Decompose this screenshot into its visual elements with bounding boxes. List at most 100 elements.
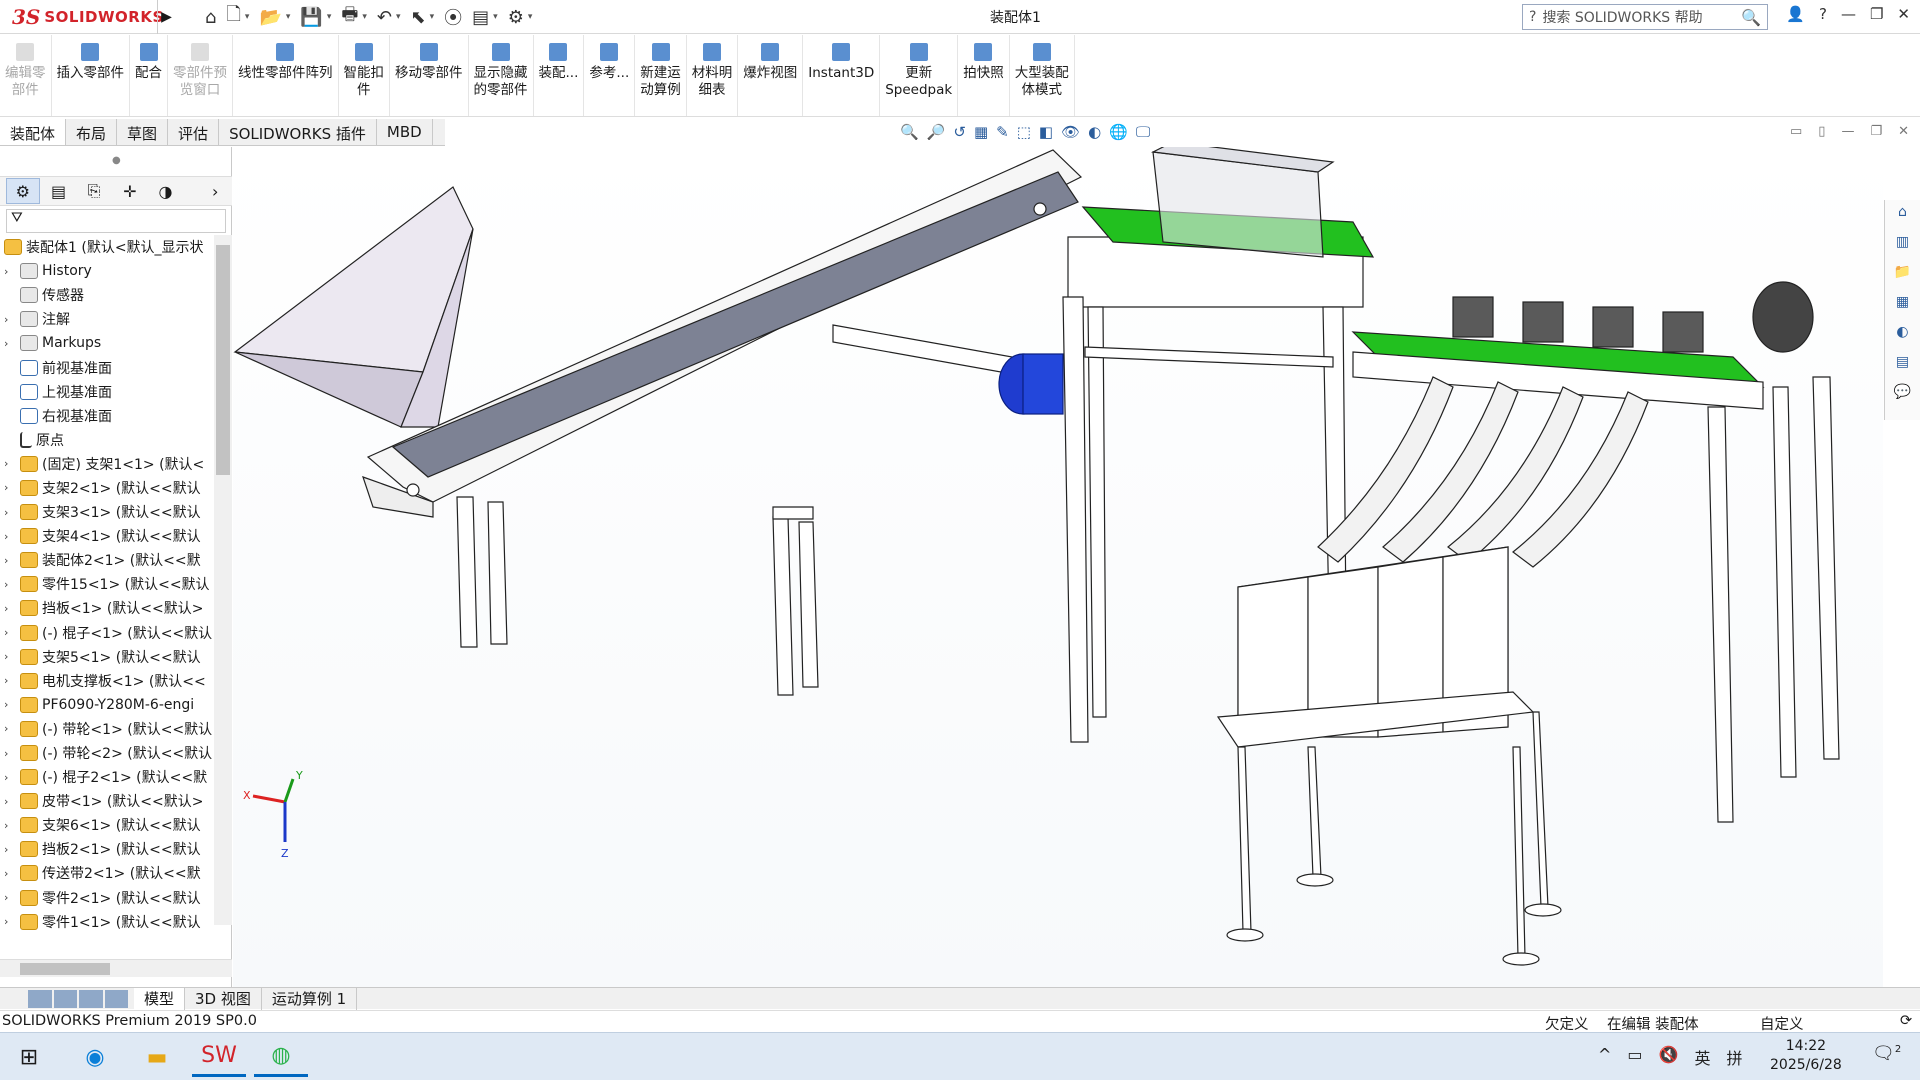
- custom-properties-icon[interactable]: ▤: [1891, 350, 1915, 374]
- chevron-down-icon[interactable]: ▾: [245, 12, 250, 22]
- tree-item[interactable]: › 零件15<1> (默认<<默认: [0, 572, 214, 596]
- assembly-3d-model[interactable]: X Y Z: [233, 141, 1883, 987]
- tab-0[interactable]: 装配体: [0, 119, 67, 145]
- file-explorer-icon[interactable]: 📁: [1891, 260, 1915, 284]
- tree-item[interactable]: › 零件1<1> (默认<<默认: [0, 910, 214, 934]
- tree-item[interactable]: › 支架4<1> (默认<<默认: [0, 524, 214, 548]
- print-icon[interactable]: 🖶: [341, 2, 358, 32]
- ime-mode[interactable]: 拼: [1726, 1045, 1742, 1069]
- ribbon-button-7[interactable]: 显示隐藏 的零部件: [469, 35, 534, 116]
- ribbon-button-10[interactable]: 新建运 动算例: [635, 35, 687, 116]
- chevron-down-icon[interactable]: ▾: [528, 12, 533, 22]
- tree-item[interactable]: › 挡板<1> (默认<<默认>: [0, 596, 214, 620]
- ribbon-button-16[interactable]: 大型装配 体模式: [1010, 35, 1075, 116]
- ribbon-button-1[interactable]: 插入零部件: [52, 35, 130, 116]
- file-properties-icon[interactable]: ▤: [472, 7, 489, 28]
- ribbon-button-11[interactable]: 材料明 细表: [687, 35, 739, 116]
- tree-item[interactable]: › 支架2<1> (默认<<默认: [0, 476, 214, 500]
- tree-item[interactable]: › 零件2<1> (默认<<默认: [0, 886, 214, 910]
- expand-arrow-icon[interactable]: ›: [4, 626, 20, 639]
- volume-muted-icon[interactable]: 🔇: [1659, 1045, 1679, 1069]
- expand-arrow-icon[interactable]: ›: [4, 506, 20, 519]
- restore-icon[interactable]: ❐: [1870, 5, 1883, 23]
- scrollbar-thumb[interactable]: [20, 963, 110, 975]
- expand-arrow-icon[interactable]: ›: [4, 650, 20, 663]
- expand-arrow-icon[interactable]: ›: [4, 674, 20, 687]
- tree-item[interactable]: 前视基准面: [0, 355, 214, 379]
- save-icon[interactable]: 💾: [300, 7, 322, 28]
- chevron-down-icon[interactable]: ▾: [327, 12, 332, 22]
- chevron-down-icon[interactable]: ▾: [493, 12, 498, 22]
- ribbon-button-0[interactable]: 编辑零 部件: [0, 35, 52, 116]
- configuration-manager-tab-icon[interactable]: ⎘: [77, 178, 111, 204]
- tree-root-assembly[interactable]: 装配体1 (默认<默认_显示状: [0, 235, 214, 259]
- traffic-light-icon[interactable]: ⦿: [444, 4, 462, 30]
- ribbon-button-14[interactable]: 更新 Speedpak: [880, 35, 959, 116]
- rebuild-icon[interactable]: ⟳: [1900, 1013, 1912, 1029]
- tree-item[interactable]: › 电机支撑板<1> (默认<<: [0, 669, 214, 693]
- chevron-up-icon[interactable]: ^: [1598, 1045, 1611, 1069]
- expand-arrow-icon[interactable]: ›: [4, 337, 20, 350]
- solidworks-logo[interactable]: 3S SOLIDWORKS: [12, 3, 163, 31]
- zoom-to-area-icon[interactable]: 🔎: [927, 123, 946, 145]
- expand-arrow-icon[interactable]: ›: [4, 771, 20, 784]
- edge-browser-icon[interactable]: ◉: [68, 1037, 122, 1077]
- chevron-right-icon[interactable]: ›: [198, 178, 232, 204]
- graphics-viewport[interactable]: X Y Z: [233, 141, 1883, 987]
- wechat-icon[interactable]: ◍: [254, 1037, 308, 1077]
- units-custom[interactable]: 自定义: [1760, 1013, 1804, 1034]
- file-explorer-icon[interactable]: ▬: [130, 1037, 184, 1077]
- splitter-dot[interactable]: ●: [112, 155, 121, 166]
- tree-item[interactable]: › 皮带<1> (默认<<默认>: [0, 789, 214, 813]
- expand-arrow-icon[interactable]: ›: [4, 891, 20, 904]
- view-orientation-icon[interactable]: ⬚: [1017, 123, 1031, 145]
- expand-arrow-icon[interactable]: ›: [4, 867, 20, 880]
- tree-item[interactable]: › (-) 棍子<1> (默认<<默认: [0, 621, 214, 645]
- dynamic-annotation-icon[interactable]: ✎: [996, 123, 1009, 145]
- ribbon-button-6[interactable]: 移动零部件: [390, 35, 469, 116]
- bottom-tab-2[interactable]: 运动算例 1: [262, 987, 358, 1010]
- doc-close-icon[interactable]: ✕: [1898, 124, 1909, 139]
- windows-start-icon[interactable]: ⊞: [2, 1037, 56, 1077]
- menu-expand-arrow[interactable]: ▶: [157, 0, 175, 34]
- tile-horizontal-icon[interactable]: ▭: [1790, 124, 1802, 139]
- expand-arrow-icon[interactable]: ›: [4, 313, 20, 326]
- minimize-icon[interactable]: —: [1841, 5, 1856, 23]
- tab-1[interactable]: 布局: [66, 119, 118, 145]
- tree-item[interactable]: 上视基准面: [0, 380, 214, 404]
- hide-show-items-icon[interactable]: 👁: [1061, 123, 1080, 145]
- tab-4[interactable]: SOLIDWORKS 插件: [219, 119, 377, 145]
- expand-arrow-icon[interactable]: ›: [4, 843, 20, 856]
- previous-view-icon[interactable]: ↺: [953, 123, 966, 145]
- ribbon-button-4[interactable]: 线性零部件阵列: [233, 35, 339, 116]
- chevron-down-icon[interactable]: ▾: [362, 12, 367, 22]
- apply-scene-icon[interactable]: 🌐: [1109, 123, 1128, 145]
- doc-minimize-icon[interactable]: —: [1841, 124, 1854, 139]
- open-folder-icon[interactable]: 📂: [259, 7, 281, 28]
- display-manager-tab-icon[interactable]: ◑: [149, 178, 183, 204]
- tab-5[interactable]: MBD: [377, 119, 433, 145]
- ribbon-button-5[interactable]: 智能扣件: [339, 35, 390, 116]
- expand-arrow-icon[interactable]: ›: [4, 265, 20, 278]
- tree-item[interactable]: 右视基准面: [0, 404, 214, 428]
- tree-item[interactable]: › 支架6<1> (默认<<默认: [0, 813, 214, 837]
- view-palette-icon[interactable]: ▦: [1891, 290, 1915, 314]
- ribbon-button-15[interactable]: 拍快照: [958, 35, 1010, 116]
- tree-item[interactable]: › 传送带2<1> (默认<<默: [0, 861, 214, 885]
- ribbon-button-9[interactable]: 参考...: [584, 35, 636, 116]
- ribbon-button-12[interactable]: 爆炸视图: [738, 35, 804, 116]
- tree-item[interactable]: 原点: [0, 428, 214, 452]
- tree-item[interactable]: › 装配体2<1> (默认<<默: [0, 548, 214, 572]
- forum-icon[interactable]: 💬: [1891, 380, 1915, 404]
- new-document-icon[interactable]: 🗋: [226, 2, 240, 32]
- help-search-input[interactable]: ? 搜索 SOLIDWORKS 帮助 🔍: [1522, 4, 1768, 30]
- undo-icon[interactable]: ↶: [377, 7, 392, 28]
- tree-item[interactable]: › (-) 带轮<2> (默认<<默认: [0, 741, 214, 765]
- tree-item[interactable]: › (-) 带轮<1> (默认<<默认: [0, 717, 214, 741]
- options-gear-icon[interactable]: ⚙: [508, 7, 524, 28]
- ime-language[interactable]: 英: [1694, 1045, 1710, 1069]
- expand-arrow-icon[interactable]: ›: [4, 795, 20, 808]
- expand-arrow-icon[interactable]: ›: [4, 602, 20, 615]
- ribbon-button-2[interactable]: 配合: [130, 35, 168, 116]
- tree-item[interactable]: › 支架3<1> (默认<<默认: [0, 500, 214, 524]
